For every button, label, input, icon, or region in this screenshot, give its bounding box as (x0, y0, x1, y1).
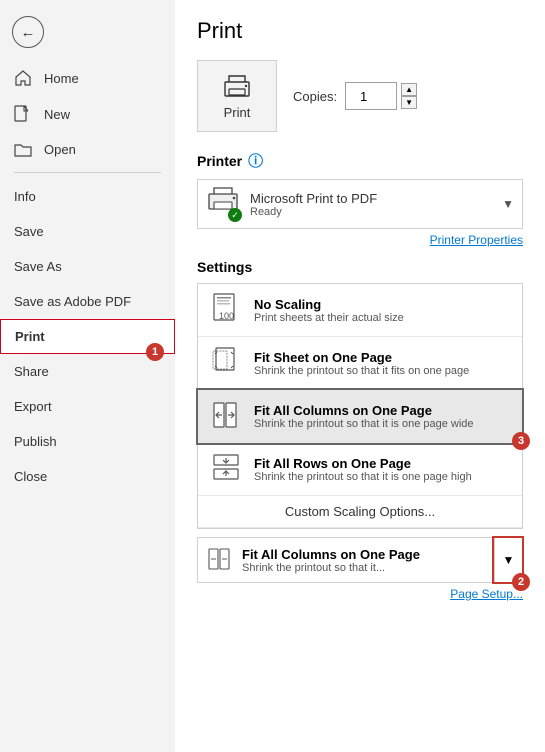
setting-fit-rows[interactable]: Fit All Rows on One Page Shrink the prin… (198, 443, 522, 496)
print-area: Print Copies: ▲ ▼ (197, 60, 523, 132)
sidebar-item-save-as[interactable]: Save As (0, 249, 175, 284)
setting-fit-rows-text: Fit All Rows on One Page Shrink the prin… (254, 456, 512, 483)
print-button[interactable]: Print (197, 60, 277, 132)
page-setup-link[interactable]: Page Setup... (197, 587, 523, 601)
bottom-dropdown-text: Fit All Columns on One Page Shrink the p… (242, 547, 420, 574)
badge-2: 2 (512, 573, 530, 591)
settings-list: 100 No Scaling Print sheets at their act… (197, 283, 523, 529)
sidebar-divider (14, 172, 161, 173)
setting-fit-sheet-text: Fit Sheet on One Page Shrink the printou… (254, 350, 512, 377)
printer-status: Ready (250, 206, 494, 218)
sidebar-save-label: Save (14, 224, 44, 239)
sidebar-publish-label: Publish (14, 434, 57, 449)
settings-section-title: Settings (197, 259, 523, 275)
setting-fit-columns[interactable]: Fit All Columns on One Page Shrink the p… (198, 390, 522, 443)
printer-dropdown-arrow[interactable]: ▼ (502, 197, 514, 211)
bottom-fit-columns-icon (206, 546, 234, 574)
sidebar-share-label: Share (14, 364, 49, 379)
info-icon[interactable]: ⓘ (248, 150, 263, 171)
sidebar: ← Home New Open Info (0, 0, 175, 752)
sidebar-item-new[interactable]: New (0, 96, 175, 132)
printer-row[interactable]: ✓ Microsoft Print to PDF Ready ▼ (197, 179, 523, 229)
printer-info: Microsoft Print to PDF Ready (250, 191, 494, 218)
sidebar-item-close[interactable]: Close (0, 459, 175, 494)
sidebar-save-as-pdf-label: Save as Adobe PDF (14, 294, 131, 309)
setting-fit-columns-text: Fit All Columns on One Page Shrink the p… (254, 403, 512, 430)
sidebar-item-export[interactable]: Export (0, 389, 175, 424)
sidebar-export-label: Export (14, 399, 52, 414)
copies-spinner: ▲ ▼ (401, 83, 417, 109)
bottom-dropdown-name: Fit All Columns on One Page (242, 547, 420, 562)
printer-icon-area: ✓ (206, 186, 242, 222)
sidebar-open-label: Open (44, 142, 76, 157)
main-content: Print Print Copies: ▲ ▼ Printer (175, 0, 545, 752)
back-button[interactable]: ← (12, 16, 44, 48)
sidebar-item-print[interactable]: Print 1 (0, 319, 175, 354)
print-button-label: Print (224, 105, 251, 120)
fit-rows-icon (208, 451, 244, 487)
copies-area: Copies: ▲ ▼ (293, 82, 417, 110)
bottom-dropdown-content: Fit All Columns on One Page Shrink the p… (198, 540, 494, 580)
fit-sheet-icon (208, 345, 244, 381)
setting-no-scaling[interactable]: 100 No Scaling Print sheets at their act… (198, 284, 522, 337)
badge-3: 3 (512, 432, 530, 450)
new-icon (14, 105, 34, 123)
back-icon: ← (21, 24, 36, 41)
sidebar-item-publish[interactable]: Publish (0, 424, 175, 459)
setting-no-scaling-text: No Scaling Print sheets at their actual … (254, 297, 512, 324)
home-icon (14, 69, 34, 87)
printer-name: Microsoft Print to PDF (250, 191, 494, 206)
open-icon (14, 141, 34, 157)
copies-down-button[interactable]: ▼ (401, 96, 417, 109)
sidebar-item-open[interactable]: Open (0, 132, 175, 166)
svg-text:100: 100 (219, 311, 234, 321)
sidebar-item-save[interactable]: Save (0, 214, 175, 249)
sidebar-new-label: New (44, 107, 70, 122)
sidebar-info-label: Info (14, 189, 36, 204)
printer-icon (220, 73, 254, 101)
no-scaling-icon: 100 (208, 292, 244, 328)
sidebar-save-as-label: Save As (14, 259, 62, 274)
badge-1: 1 (146, 343, 164, 361)
chevron-down-icon: ▼ (503, 553, 515, 567)
setting-fit-sheet[interactable]: Fit Sheet on One Page Shrink the printou… (198, 337, 522, 390)
copies-up-button[interactable]: ▲ (401, 83, 417, 96)
bottom-dropdown-desc: Shrink the printout so that it... (242, 562, 420, 574)
copies-input[interactable] (345, 82, 397, 110)
sidebar-item-save-as-pdf[interactable]: Save as Adobe PDF (0, 284, 175, 319)
sidebar-home-label: Home (44, 71, 79, 86)
sidebar-close-label: Close (14, 469, 47, 484)
bottom-scaling-dropdown: Fit All Columns on One Page Shrink the p… (197, 537, 523, 583)
printer-properties-link[interactable]: Printer Properties (197, 233, 523, 247)
printer-section-title: Printer ⓘ (197, 150, 523, 171)
sidebar-item-info[interactable]: Info (0, 179, 175, 214)
fit-columns-icon (208, 398, 244, 434)
sidebar-print-label: Print (15, 329, 45, 344)
page-title: Print (197, 18, 523, 44)
printer-ready-check: ✓ (228, 208, 242, 222)
sidebar-item-home[interactable]: Home (0, 60, 175, 96)
copies-label: Copies: (293, 89, 337, 104)
custom-scaling-option[interactable]: Custom Scaling Options... (198, 496, 522, 528)
